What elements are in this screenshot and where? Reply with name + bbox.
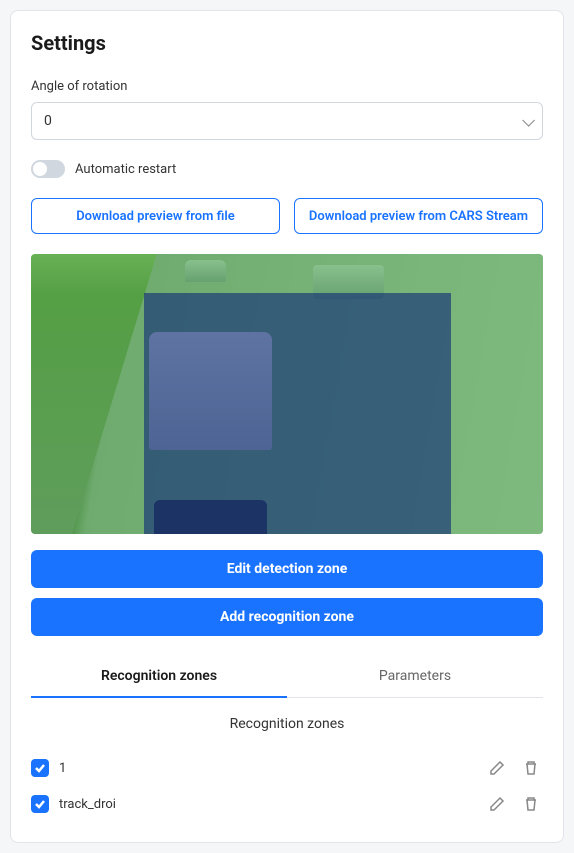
- download-from-file-button[interactable]: Download preview from file: [31, 198, 280, 234]
- zone-name: track_droi: [59, 797, 475, 812]
- zone-checkbox[interactable]: [31, 759, 49, 777]
- zone-name: 1: [59, 761, 475, 776]
- auto-restart-label: Automatic restart: [75, 162, 176, 177]
- edit-detection-zone-button[interactable]: Edit detection zone: [31, 550, 543, 588]
- tab-recognition-zones[interactable]: Recognition zones: [31, 656, 287, 698]
- angle-select[interactable]: 0: [31, 102, 543, 140]
- auto-restart-row: Automatic restart: [31, 160, 543, 178]
- tab-parameters[interactable]: Parameters: [287, 656, 543, 698]
- edit-zone-button[interactable]: [485, 792, 509, 816]
- download-from-stream-button[interactable]: Download preview from CARS Stream: [294, 198, 543, 234]
- delete-zone-button[interactable]: [519, 756, 543, 780]
- preview-image: [31, 254, 543, 534]
- pencil-icon: [489, 760, 505, 776]
- check-icon: [34, 798, 46, 810]
- angle-select-wrap: 0: [31, 102, 543, 140]
- check-icon: [34, 762, 46, 774]
- zone-row: track_droi: [31, 786, 543, 822]
- tabs: Recognition zones Parameters: [31, 656, 543, 698]
- trash-icon: [523, 760, 539, 776]
- zones-section-title: Recognition zones: [31, 716, 543, 732]
- settings-panel: Settings Angle of rotation 0 Automatic r…: [10, 10, 564, 843]
- edit-zone-button[interactable]: [485, 756, 509, 780]
- zone-checkbox[interactable]: [31, 795, 49, 813]
- delete-zone-button[interactable]: [519, 792, 543, 816]
- page-title: Settings: [31, 31, 543, 55]
- download-buttons-row: Download preview from file Download prev…: [31, 198, 543, 234]
- trash-icon: [523, 796, 539, 812]
- auto-restart-toggle[interactable]: [31, 160, 65, 178]
- angle-label: Angle of rotation: [31, 79, 543, 94]
- zone-row: 1: [31, 750, 543, 786]
- pencil-icon: [489, 796, 505, 812]
- detection-zone-overlay: [144, 293, 451, 534]
- add-recognition-zone-button[interactable]: Add recognition zone: [31, 598, 543, 636]
